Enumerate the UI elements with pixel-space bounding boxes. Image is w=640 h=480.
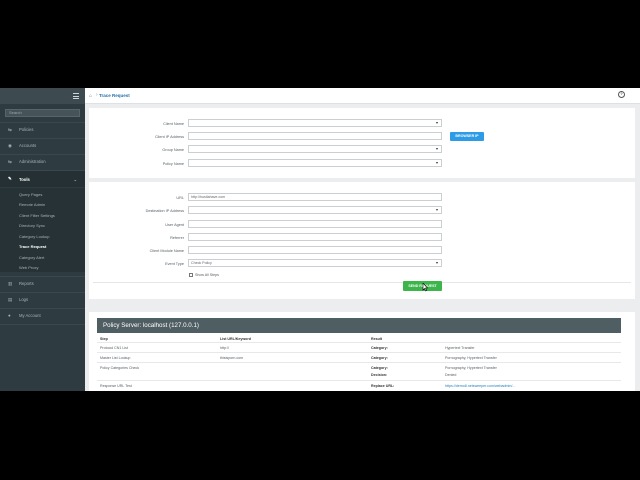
row-result-key: Decision:	[371, 373, 388, 377]
submenu-item-directory-sync[interactable]: Directory Sync	[19, 223, 45, 228]
event-type-value: Check Policy	[191, 261, 212, 265]
row-result-key: Category:	[371, 366, 388, 370]
help-icon[interactable]: ?	[618, 91, 625, 98]
sidebar-item-logs[interactable]: ▤ Logs	[0, 293, 85, 306]
row-result-value: Hypertext Transfer	[445, 346, 475, 350]
row-result-value: Pornography, Hypertext Transfer	[445, 366, 497, 370]
sidebar-item-label: Administration	[19, 159, 46, 164]
sidebar-item-label: Reports	[19, 281, 34, 286]
column-header-step: Step	[100, 337, 108, 341]
referrer-input[interactable]	[188, 233, 442, 241]
row-step: Protocol CN1 List	[100, 346, 128, 350]
document-icon: ▤	[8, 296, 13, 302]
row-step: Response URL Test	[100, 384, 132, 388]
sidebar-search-input[interactable]: Search	[5, 109, 80, 117]
url-label: URL	[176, 196, 184, 200]
sidebar-item-label: Accounts	[19, 143, 37, 148]
pointer-cursor-icon	[422, 283, 428, 292]
row-step: Master List Lookup	[100, 356, 131, 360]
event-type-select[interactable]: Check Policy ▾	[188, 259, 442, 267]
row-list: http://	[220, 346, 229, 350]
divider	[93, 282, 631, 283]
sliders-icon: ⇆	[8, 126, 12, 132]
app-window: Search ⇆ Policies ◉ Accounts ⇆ Administrati…	[0, 88, 640, 391]
user-agent-input[interactable]	[188, 220, 442, 228]
event-type-label: Event Type	[165, 262, 184, 266]
sidebar-item-label: Tools	[19, 176, 30, 182]
sidebar-item-label: Policies	[19, 127, 34, 132]
submenu-item-trace-request[interactable]: Trace Request	[19, 244, 46, 249]
sidebar-item-policies[interactable]: ⇆ Policies	[0, 123, 85, 136]
hamburger-icon[interactable]	[73, 93, 79, 99]
show-all-steps-label: Show All Steps	[195, 273, 219, 277]
row-result-value: Denied	[445, 373, 457, 377]
home-icon[interactable]: ⌂	[89, 93, 92, 99]
client-ip-label: Client IP Address	[154, 135, 184, 139]
top-bar: ⌂ › Trace Request ?	[85, 88, 640, 104]
sidebar-item-tools[interactable]: ✎ Tools ⌄	[0, 171, 85, 187]
destination-ip-select[interactable]: ▾	[188, 206, 442, 214]
submenu-item-client-filter-settings[interactable]: Client Filter Settings	[19, 213, 55, 218]
chevron-down-icon: ⌄	[73, 176, 77, 182]
column-header-result: Result	[371, 337, 382, 341]
browser-ip-button[interactable]: BROWSER IP	[450, 132, 484, 141]
user-agent-label: User Agent	[165, 223, 184, 227]
dropdown-arrow-icon: ▾	[435, 146, 438, 151]
row-list: thisisporn.com	[220, 356, 244, 360]
user-icon: ●	[8, 312, 11, 318]
row-result-key: Category:	[371, 356, 388, 360]
request-panel: URL http://hustlahave.com Destination IP…	[89, 182, 635, 299]
url-input[interactable]: http://hustlahave.com	[188, 193, 442, 201]
sidebar: Search ⇆ Policies ◉ Accounts ⇆ Administrati…	[0, 88, 85, 391]
wrench-icon: ✎	[8, 176, 12, 181]
dropdown-arrow-icon: ▾	[435, 120, 438, 125]
client-name-select[interactable]: ▾	[188, 119, 442, 127]
replace-url-link[interactable]: https://demo8.netsweeper.com/webadmin/..…	[445, 384, 525, 388]
submenu-item-category-lookup[interactable]: Category Lookup	[19, 234, 49, 239]
dropdown-arrow-icon: ▾	[435, 207, 438, 212]
sidebar-item-my-account[interactable]: ● My Account	[0, 309, 85, 322]
show-all-steps-checkbox[interactable]	[189, 273, 193, 277]
client-name-label: Client Name	[163, 122, 184, 126]
row-result-key: Category:	[371, 346, 388, 350]
row-step: Policy Categories Check	[100, 366, 140, 370]
submenu-item-category-alert[interactable]: Category Alert	[19, 255, 44, 260]
policy-name-select[interactable]: ▾	[188, 159, 442, 167]
tools-submenu: Query Pages Remote Admin Client Filter S…	[0, 188, 85, 272]
sliders-icon: ⇆	[8, 158, 12, 164]
client-panel: Client Name ▾ Client IP Address BROWSER …	[89, 108, 635, 178]
sidebar-item-administration[interactable]: ⇆ Administration	[0, 155, 85, 168]
submenu-item-query-pages[interactable]: Query Pages	[19, 192, 42, 197]
sidebar-item-label: My Account	[19, 313, 41, 318]
row-divider	[97, 380, 621, 381]
submenu-item-remote-admin[interactable]: Remote Admin	[19, 202, 45, 207]
row-divider	[97, 342, 621, 343]
row-divider	[97, 352, 621, 353]
users-icon: ◉	[8, 142, 12, 148]
submenu-item-web-proxy[interactable]: Web Proxy	[19, 265, 39, 270]
policy-name-label: Policy Name	[162, 162, 184, 166]
breadcrumb-separator: ›	[96, 92, 98, 98]
client-module-input[interactable]	[188, 246, 442, 254]
destination-ip-label: Destination IP Address	[145, 209, 184, 213]
sidebar-item-reports[interactable]: ▥ Reports	[0, 277, 85, 290]
column-header-list: List URL/Keyword	[220, 337, 251, 341]
row-divider	[97, 362, 621, 363]
row-result-value: Pornography, Hypertext Transfer	[445, 356, 497, 360]
results-title: Policy Server: localhost (127.0.0.1)	[97, 318, 621, 333]
group-name-label: Group Name	[162, 148, 184, 152]
breadcrumb: Trace Request	[99, 93, 130, 98]
sidebar-item-label: Logs	[19, 297, 29, 302]
row-result-key: Replace URL:	[371, 384, 395, 388]
dropdown-arrow-icon: ▾	[435, 160, 438, 165]
sidebar-item-accounts[interactable]: ◉ Accounts	[0, 139, 85, 152]
referrer-label: Referrer	[170, 236, 184, 240]
sidebar-header	[0, 88, 85, 104]
divider	[0, 324, 85, 325]
client-module-label: Client Module Name	[149, 249, 184, 253]
chart-icon: ▥	[8, 280, 13, 286]
group-name-select[interactable]: ▾	[188, 145, 442, 153]
dropdown-arrow-icon: ▾	[435, 260, 438, 265]
client-ip-input[interactable]	[188, 132, 442, 140]
